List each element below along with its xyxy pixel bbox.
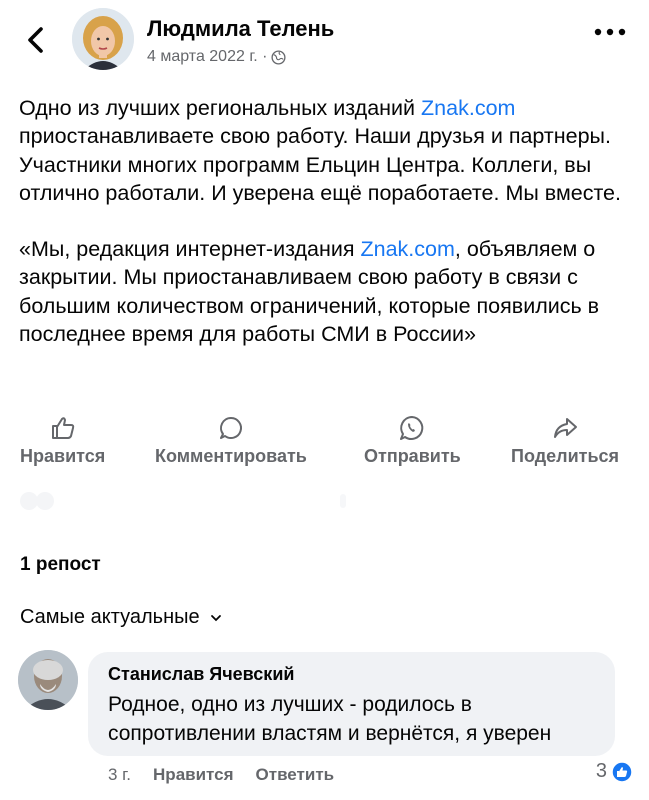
post-date[interactable]: 4 марта 2022 г. · xyxy=(147,48,267,66)
znak-link-2[interactable]: Znak.com xyxy=(360,237,454,261)
commenter-avatar[interactable] xyxy=(18,650,78,710)
like-label: Нравится xyxy=(20,446,106,466)
comment-sort-dropdown[interactable]: Самые актуальные xyxy=(20,606,222,629)
share-label: Поделиться xyxy=(511,446,620,466)
post-paragraph-1: Одно из лучших региональных изданий Znak… xyxy=(19,96,621,205)
comment-reactions[interactable]: 3 xyxy=(596,760,633,783)
comment-text: Родное, одно из лучших - родилось в сопр… xyxy=(108,693,552,745)
comment-bubble: Станислав Ячевский Родное, одно из лучши… xyxy=(88,652,615,756)
share-arrow-icon xyxy=(554,418,578,438)
comment-like-button[interactable]: Нравится xyxy=(153,765,234,785)
send-label: Отправить xyxy=(364,446,461,466)
send-button[interactable]: Отправить xyxy=(364,414,461,467)
thumbs-up-icon xyxy=(51,417,74,439)
globe-icon xyxy=(271,49,286,65)
faint-reactions-row xyxy=(20,492,346,510)
repost-count[interactable]: 1 репост xyxy=(20,554,101,576)
back-arrow-icon[interactable] xyxy=(22,24,50,56)
post-paragraph-2: «Мы, редакция интернет-издания Znak.com,… xyxy=(19,237,600,347)
comment-button[interactable]: Комментировать xyxy=(155,414,307,467)
chevron-down-icon xyxy=(210,614,221,621)
comment-label: Комментировать xyxy=(155,446,307,466)
share-button[interactable]: Поделиться xyxy=(511,414,619,467)
like-badge-icon xyxy=(611,760,633,783)
comment-reply-button[interactable]: Ответить xyxy=(256,765,335,785)
comment-meta: 3 г. Нравится Ответить xyxy=(108,765,334,785)
author-avatar[interactable] xyxy=(72,8,134,70)
comment-likes-count: 3 xyxy=(595,760,607,782)
comment-icon xyxy=(219,417,242,439)
post-actions-bar: Нравится Комментировать Отправить Подели… xyxy=(0,414,649,474)
post-text: Одно из лучших региональных изданий Znak… xyxy=(19,94,634,376)
whatsapp-icon xyxy=(400,416,424,440)
comment-author[interactable]: Станислав Ячевский xyxy=(108,664,294,685)
like-button[interactable]: Нравится xyxy=(20,414,105,467)
more-options-icon[interactable] xyxy=(593,26,627,38)
author-name[interactable]: Людмила Телень xyxy=(147,16,334,42)
comment-time[interactable]: 3 г. xyxy=(108,765,131,785)
sort-label: Самые актуальные xyxy=(20,606,200,628)
znak-link-1[interactable]: Znak.com xyxy=(421,96,515,120)
post-meta: 4 марта 2022 г. · xyxy=(147,48,286,66)
